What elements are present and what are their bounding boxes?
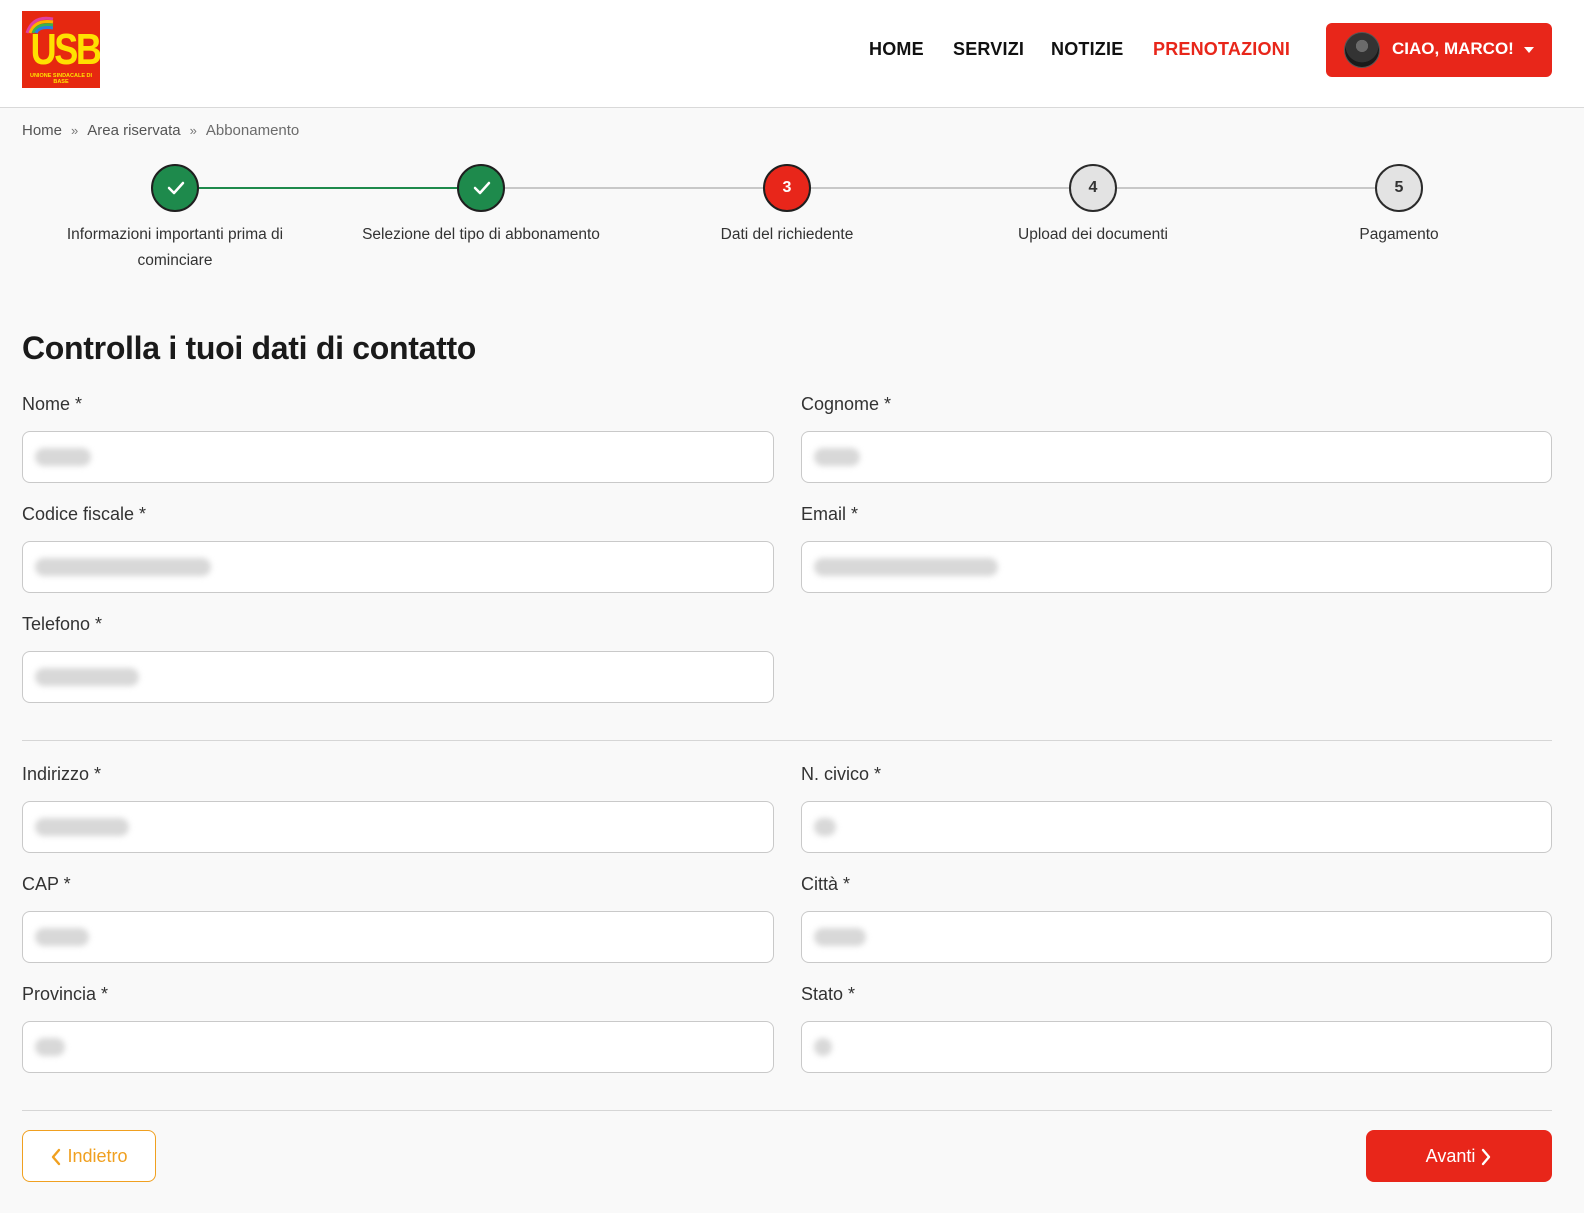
logo-text: USB bbox=[30, 25, 100, 74]
step-connector bbox=[505, 187, 763, 189]
check-icon bbox=[167, 181, 185, 195]
back-button[interactable]: Indietro bbox=[22, 1130, 156, 1182]
section-divider bbox=[22, 1110, 1552, 1111]
citta-field[interactable] bbox=[801, 911, 1552, 963]
stato-field[interactable] bbox=[801, 1021, 1552, 1073]
chevron-right-icon bbox=[1482, 1149, 1491, 1166]
user-menu-button[interactable]: CIAO, MARCO! bbox=[1326, 23, 1552, 77]
breadcrumb-home[interactable]: Home bbox=[22, 122, 62, 139]
codice-fiscale-label: Codice fiscale * bbox=[22, 504, 147, 524]
provincia-field[interactable] bbox=[22, 1021, 774, 1073]
chevron-down-icon bbox=[1524, 47, 1534, 53]
indirizzo-label: Indirizzo * bbox=[22, 764, 102, 784]
step-3-label: Dati del richiedente bbox=[720, 226, 854, 243]
step-connector bbox=[811, 187, 1069, 189]
indirizzo-field[interactable] bbox=[22, 801, 774, 853]
provincia-label: Provincia * bbox=[22, 984, 109, 1004]
site-header: USB UNIONE SINDACALE DI BASE HOME SERVIZ… bbox=[0, 0, 1584, 108]
step-2-label: Selezione del tipo di abbonamento bbox=[362, 226, 600, 243]
breadcrumb-area-riservata[interactable]: Area riservata bbox=[87, 122, 180, 139]
logo-subtitle: UNIONE SINDACALE DI BASE bbox=[29, 73, 93, 85]
nav-home[interactable]: HOME bbox=[869, 39, 924, 60]
step-5-label: Pagamento bbox=[1359, 226, 1439, 243]
step-3-circle: 3 bbox=[763, 164, 811, 212]
email-field[interactable] bbox=[801, 541, 1552, 593]
cognome-label: Cognome * bbox=[801, 394, 892, 414]
chevron-left-icon bbox=[52, 1149, 61, 1166]
telefono-label: Telefono * bbox=[22, 614, 103, 634]
cap-field[interactable] bbox=[22, 911, 774, 963]
email-label: Email * bbox=[801, 504, 859, 524]
telefono-field[interactable] bbox=[22, 651, 774, 703]
nome-label: Nome * bbox=[22, 394, 83, 414]
check-icon bbox=[473, 181, 491, 195]
codice-fiscale-field[interactable] bbox=[22, 541, 774, 593]
nav-prenotazioni[interactable]: PRENOTAZIONI bbox=[1153, 39, 1290, 60]
nav-servizi[interactable]: SERVIZI bbox=[953, 39, 1024, 60]
step-5-circle: 5 bbox=[1375, 164, 1423, 212]
n-civico-label: N. civico * bbox=[801, 764, 882, 784]
cap-label: CAP * bbox=[22, 874, 71, 894]
stato-label: Stato * bbox=[801, 984, 856, 1004]
step-2-circle bbox=[457, 164, 505, 212]
step-connector bbox=[199, 187, 457, 189]
next-button-label: Avanti bbox=[1425, 1146, 1476, 1166]
nome-field[interactable] bbox=[22, 431, 774, 483]
citta-label: Città * bbox=[801, 874, 851, 894]
user-greeting: CIAO, MARCO! bbox=[1392, 39, 1514, 58]
n-civico-field[interactable] bbox=[801, 801, 1552, 853]
step-1-label: Informazioni importanti prima di cominci… bbox=[66, 226, 284, 269]
breadcrumb-current: Abbonamento bbox=[205, 122, 300, 139]
next-button[interactable]: Avanti bbox=[1366, 1130, 1552, 1182]
step-1-circle bbox=[151, 164, 199, 212]
nav-notizie[interactable]: NOTIZIE bbox=[1051, 39, 1123, 60]
step-4-label: Upload dei documenti bbox=[1018, 226, 1168, 243]
step-4-circle: 4 bbox=[1069, 164, 1117, 212]
step-connector bbox=[1117, 187, 1375, 189]
breadcrumb-separator: » bbox=[71, 123, 79, 138]
usb-logo[interactable]: USB UNIONE SINDACALE DI BASE bbox=[22, 11, 100, 88]
breadcrumb-separator: » bbox=[189, 123, 197, 138]
back-button-label: Indietro bbox=[67, 1146, 128, 1166]
cognome-field[interactable] bbox=[801, 431, 1552, 483]
section-divider bbox=[22, 740, 1552, 741]
breadcrumb: Home » Area riservata » Abbonamento bbox=[22, 122, 299, 139]
avatar bbox=[1344, 32, 1380, 68]
page-title: Controlla i tuoi dati di contatto bbox=[22, 330, 477, 366]
progress-stepper: Informazioni importanti prima di cominci… bbox=[0, 164, 1584, 274]
